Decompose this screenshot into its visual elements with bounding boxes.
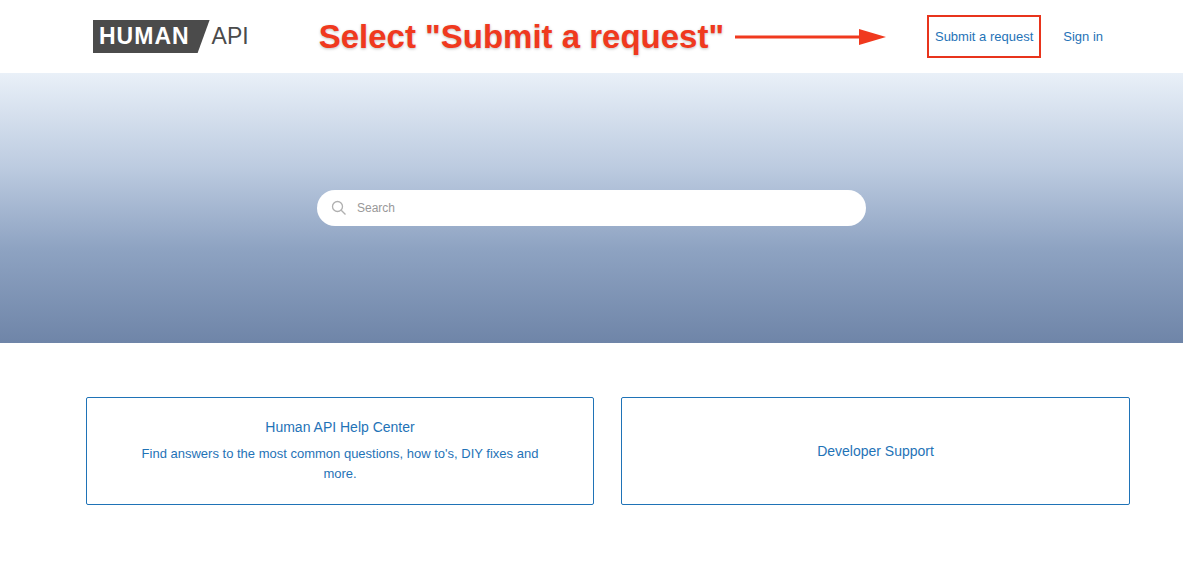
card-title: Human API Help Center <box>265 419 414 435</box>
card-title: Developer Support <box>817 443 934 459</box>
logo-primary: HUMAN <box>93 20 210 53</box>
logo-secondary: API <box>212 23 249 50</box>
search-input[interactable] <box>355 200 852 216</box>
nav-link[interactable]: Sign in <box>1055 15 1111 58</box>
category-card[interactable]: Human API Help Center Find answers to the… <box>86 397 594 505</box>
nav: Submit a request Sign in <box>927 15 1111 58</box>
magnifier-icon <box>331 200 347 216</box>
search-box[interactable] <box>317 190 866 226</box>
logo[interactable]: HUMANAPI <box>93 20 249 53</box>
card-description: Find answers to the most common question… <box>127 444 553 484</box>
category-card[interactable]: Developer Support <box>621 397 1130 505</box>
annotation-text: Select "Submit a request" <box>319 18 724 56</box>
nav-link[interactable]: Submit a request <box>927 15 1041 58</box>
card-grid: Human API Help Center Find answers to the… <box>0 343 1183 505</box>
header: HUMANAPI Select "Submit a request" Submit … <box>0 0 1183 73</box>
annotation: Select "Submit a request" <box>319 18 892 56</box>
hero-banner <box>0 73 1183 343</box>
help-center-page: HUMANAPI Select "Submit a request" Submit … <box>0 0 1183 567</box>
arrow-icon <box>732 24 892 50</box>
